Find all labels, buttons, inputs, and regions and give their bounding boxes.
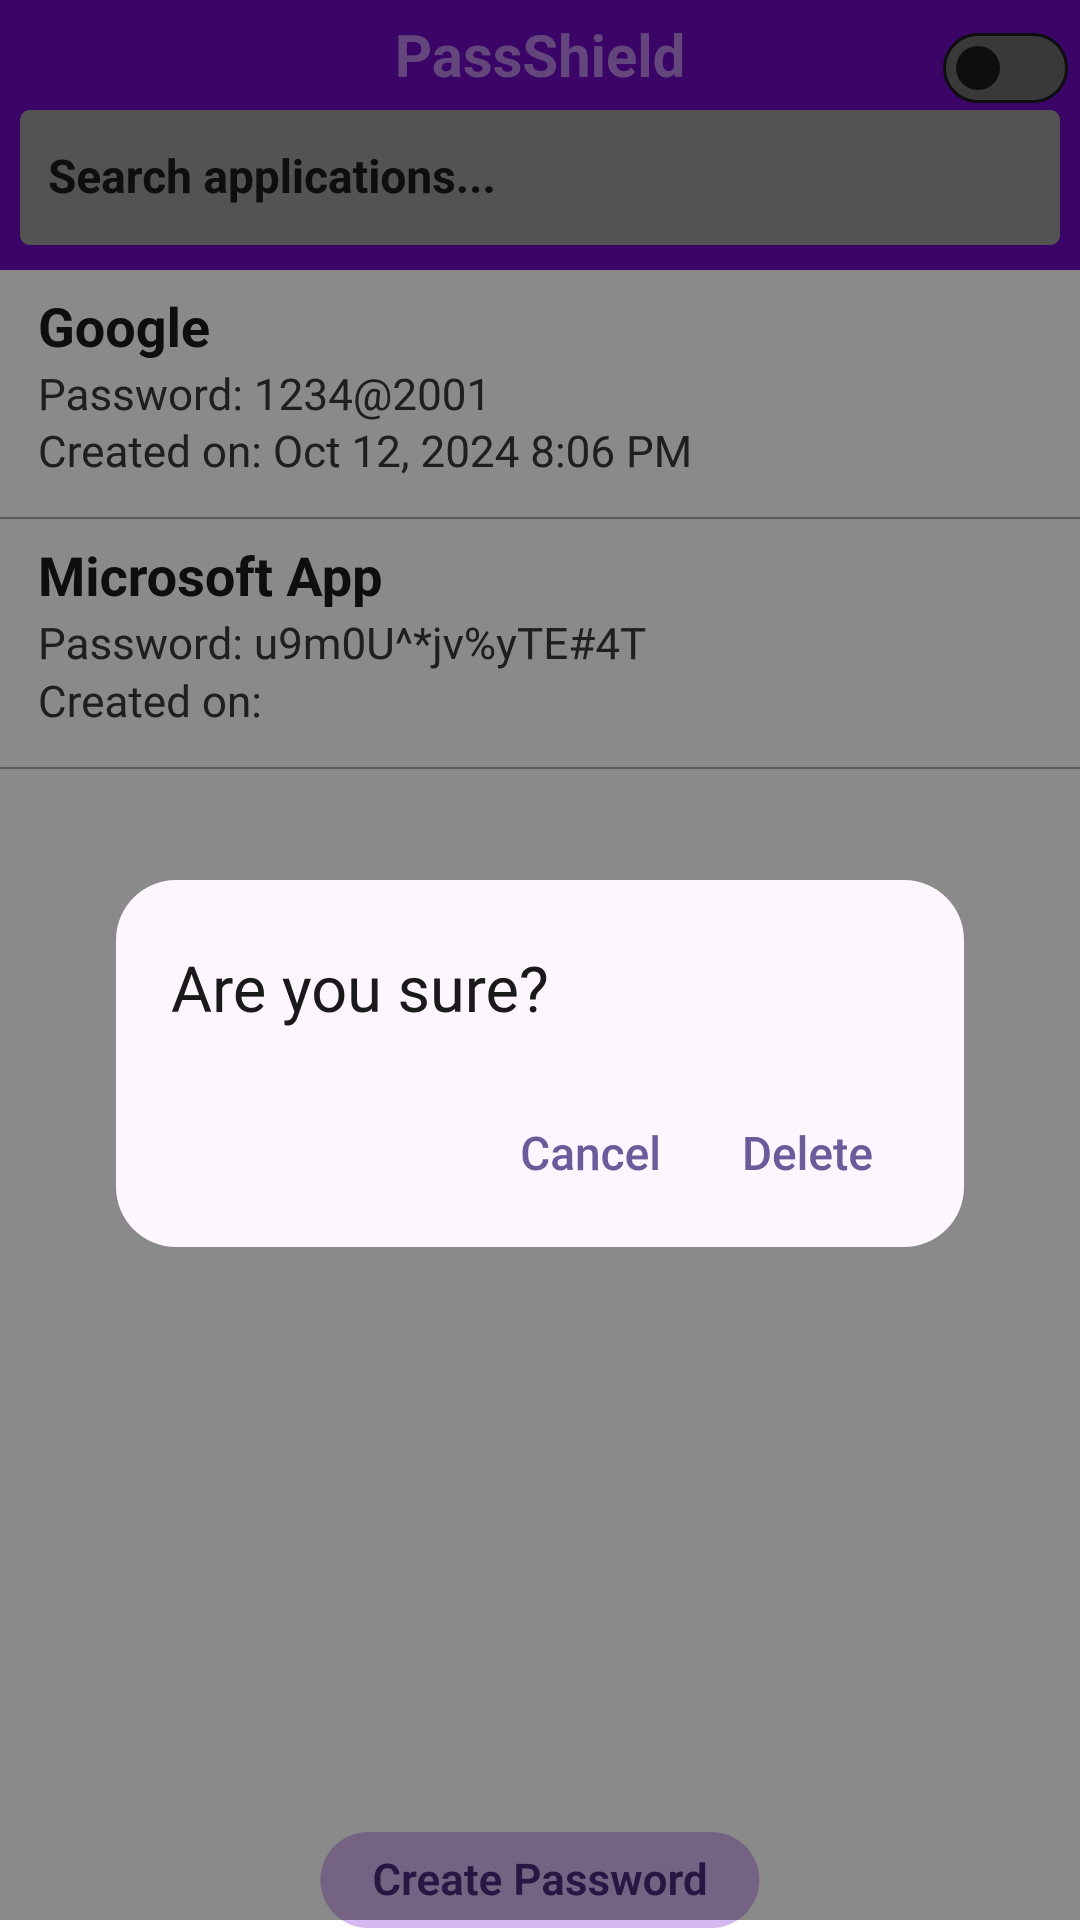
dialog-title: Are you sure?	[171, 955, 909, 1028]
cancel-button[interactable]: Cancel	[512, 1118, 669, 1192]
dialog-actions: Cancel Delete	[171, 1118, 909, 1192]
confirm-dialog: Are you sure? Cancel Delete	[116, 880, 964, 1247]
modal-overlay[interactable]: Are you sure? Cancel Delete	[0, 0, 1080, 1920]
delete-button[interactable]: Delete	[734, 1118, 881, 1192]
